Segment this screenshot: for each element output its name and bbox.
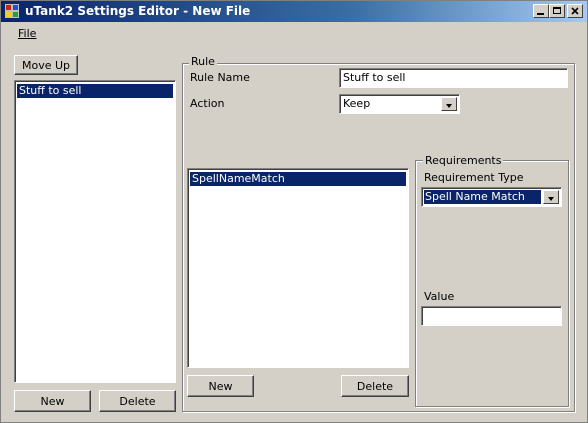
requirement-type-select[interactable]: Spell Name Match	[421, 187, 562, 207]
new-requirement-button[interactable]: New	[187, 375, 254, 397]
rules-list[interactable]: Stuff to sell	[14, 80, 176, 383]
rule-name-field[interactable]: Stuff to sell	[339, 68, 568, 88]
app-icon	[5, 4, 19, 18]
menu-file[interactable]: File	[18, 27, 36, 40]
requirements-group-title: Requirements	[423, 154, 504, 167]
rule-name-label: Rule Name	[190, 71, 250, 84]
requirement-type-selected-value: Spell Name Match	[424, 190, 541, 204]
rule-group-title: Rule	[189, 55, 217, 68]
new-rule-button[interactable]: New	[14, 390, 91, 412]
close-button[interactable]	[567, 4, 583, 18]
requirement-type-label: Requirement Type	[424, 171, 524, 184]
delete-rule-button[interactable]: Delete	[99, 390, 176, 412]
value-field[interactable]	[421, 306, 562, 326]
settings-editor-window: uTank2 Settings Editor - New File File M…	[0, 0, 588, 423]
chevron-down-icon[interactable]	[543, 190, 559, 204]
action-select[interactable]: Keep	[339, 94, 460, 114]
delete-requirement-button[interactable]: Delete	[341, 375, 409, 397]
maximize-icon	[553, 7, 561, 14]
new-requirement-label: New	[208, 379, 233, 393]
title-bar[interactable]: uTank2 Settings Editor - New File	[1, 1, 587, 22]
move-up-label: Move Up	[21, 58, 71, 72]
list-item[interactable]: SpellNameMatch	[190, 172, 406, 186]
minimize-button[interactable]	[533, 4, 549, 18]
new-rule-label: New	[40, 394, 65, 408]
minimize-icon	[537, 13, 544, 15]
close-icon	[571, 7, 579, 15]
maximize-button[interactable]	[549, 4, 565, 18]
delete-requirement-label: Delete	[356, 379, 394, 393]
list-item[interactable]: Stuff to sell	[17, 84, 173, 98]
move-up-button[interactable]: Move Up	[14, 55, 78, 75]
delete-rule-label: Delete	[119, 394, 156, 408]
chevron-down-icon[interactable]	[441, 97, 457, 111]
menu-bar: File	[1, 22, 587, 44]
action-label: Action	[190, 97, 225, 110]
requirements-list[interactable]: SpellNameMatch	[187, 168, 409, 368]
value-label: Value	[424, 290, 455, 303]
window-title: uTank2 Settings Editor - New File	[25, 4, 251, 18]
action-selected-value: Keep	[343, 97, 371, 110]
